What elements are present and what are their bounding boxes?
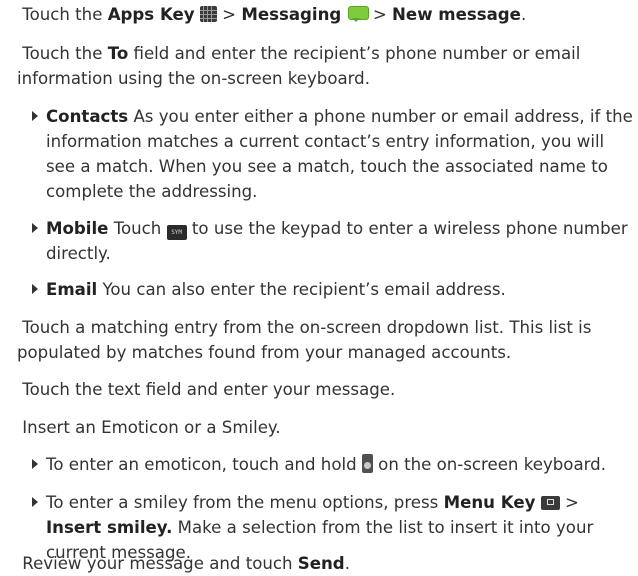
menu-key-label: Menu Key	[443, 493, 536, 512]
sub-item-emoticon: To enter an emoticon, touch and hold on …	[0, 452, 638, 477]
step-4: 4. Touch the text field and enter your m…	[0, 377, 621, 402]
step-number: 5.	[0, 415, 17, 440]
sub-item-email: Email You can also enter the recipient’s…	[0, 277, 638, 302]
to-field-label: To	[107, 44, 129, 63]
step-number: 6.	[0, 551, 17, 576]
apps-key-label: Apps Key	[107, 5, 195, 24]
sub-item-mobile: Mobile Touch SYM to use the keypad to en…	[0, 216, 638, 266]
messaging-label: Messaging	[241, 5, 342, 24]
step-3: 3. Touch a matching entry from the on-sc…	[0, 315, 621, 365]
sym-key-icon: SYM	[166, 225, 187, 240]
sub-item-contacts: Contacts As you enter either a phone num…	[0, 104, 638, 204]
step-number: 3.	[0, 315, 17, 340]
emoticon-key-icon	[361, 454, 373, 473]
step-number: 2.	[0, 41, 17, 66]
step-5: 5. Insert an Emoticon or a Smiley.	[0, 415, 621, 440]
menu-key-icon	[540, 496, 560, 510]
step-number: 1.	[0, 2, 17, 27]
step-number: 4.	[0, 377, 17, 402]
apps-grid-icon	[199, 6, 217, 22]
step-6: 6. Review your message and touch Send.	[0, 551, 621, 576]
instructions-document: 1. Touch the Apps Key > Messaging > New …	[0, 0, 638, 574]
send-label: Send	[297, 554, 345, 573]
bullet-triangle-icon	[32, 459, 38, 469]
step-1: 1. Touch the Apps Key > Messaging > New …	[0, 2, 621, 27]
bullet-triangle-icon	[32, 111, 38, 121]
step-2: 2. Touch the To field and enter the reci…	[0, 41, 621, 91]
bullet-triangle-icon	[32, 284, 38, 294]
messaging-icon	[347, 5, 369, 22]
bullet-triangle-icon	[32, 223, 38, 233]
insert-smiley-label: Insert smiley.	[46, 518, 173, 537]
new-message-label: New message	[392, 5, 521, 24]
bullet-triangle-icon	[32, 497, 38, 507]
